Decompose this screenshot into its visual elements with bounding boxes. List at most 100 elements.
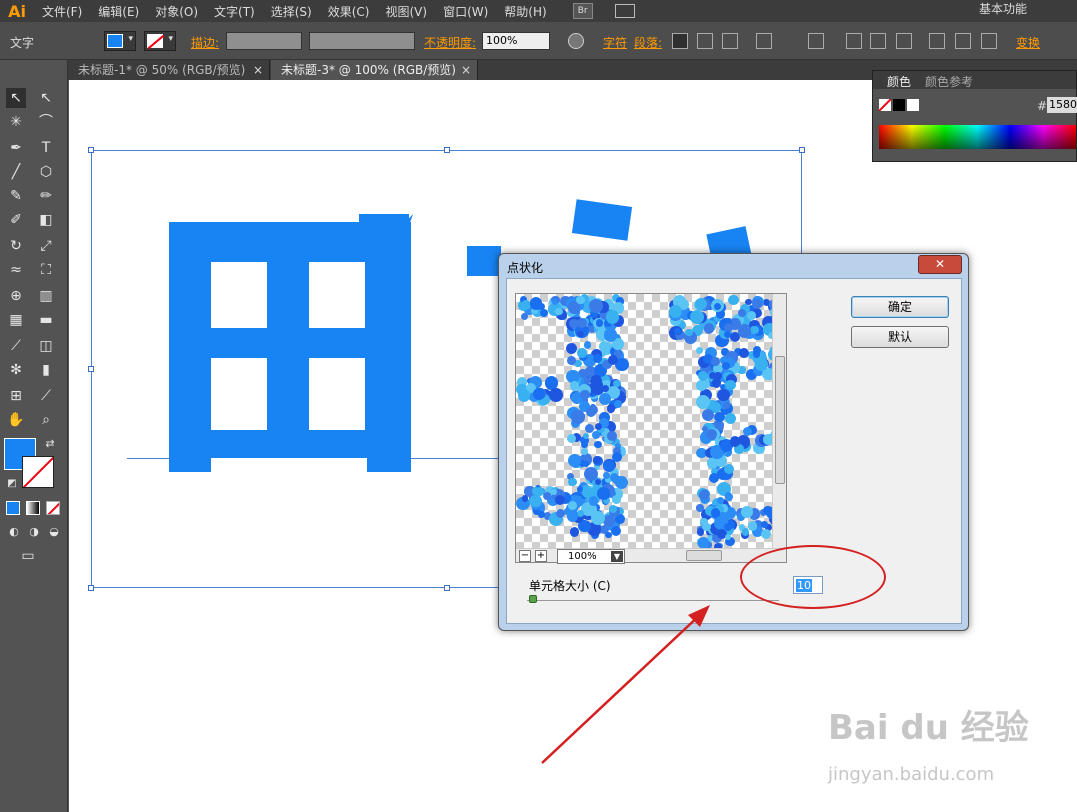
resize-handle[interactable] [88,585,94,591]
menu-help[interactable]: 帮助(H) [496,3,554,20]
menu-edit[interactable]: 编辑(E) [90,3,147,20]
menu-type[interactable]: 文字(T) [206,3,263,20]
none-mode-button[interactable] [46,501,60,515]
scale-tool-icon[interactable]: ⤢ [36,236,56,256]
stroke-weight-field[interactable] [226,32,302,50]
hand-tool-icon[interactable]: ✋ [6,410,26,430]
polygon-tool-icon[interactable]: ⬡ [36,162,56,182]
lasso-tool-icon[interactable]: ⌒ [36,112,56,132]
none-swatch[interactable] [879,99,891,111]
filter-preview[interactable] [515,293,787,563]
align-objects-top-icon[interactable] [929,33,945,49]
stroke-label[interactable]: 描边: [191,34,219,51]
swap-fill-stroke-icon[interactable]: ⇄ [40,434,60,454]
draw-inside-icon[interactable]: ◒ [44,522,64,542]
shape-builder-tool-icon[interactable]: ⊕ [6,286,26,306]
menu-file[interactable]: 文件(F) [34,3,90,20]
tab-color[interactable]: 颜色 [887,73,911,90]
white-swatch[interactable] [907,99,919,111]
pen-tool-icon[interactable]: ✒ [6,138,26,158]
workspace-switcher[interactable]: 基本功能 [979,0,1027,17]
align-objects-left-icon[interactable] [846,33,862,49]
align-center-icon[interactable] [697,33,713,49]
scroll-thumb[interactable] [686,550,722,561]
mesh-tool-icon[interactable]: ▦ [6,310,26,330]
color-mode-button[interactable] [6,501,20,515]
type-tool-icon[interactable]: T [36,138,56,158]
line-tool-icon[interactable]: ╱ [6,162,26,182]
fill-swatch[interactable]: ▾ [104,31,136,51]
ok-button[interactable]: 确定 [851,296,949,318]
close-icon[interactable]: × [253,60,263,80]
variable-width-field[interactable] [309,32,415,50]
align-objects-vcenter-icon[interactable] [955,33,971,49]
draw-behind-icon[interactable]: ◑ [24,522,44,542]
zoom-in-button[interactable]: + [535,550,547,562]
gradient-mode-button[interactable] [26,501,40,515]
blob-brush-tool-icon[interactable]: ✐ [6,210,26,230]
column-graph-tool-icon[interactable]: ▮ [36,360,56,380]
transform-icon[interactable] [808,33,824,49]
blend-tool-icon[interactable]: ◫ [36,336,56,356]
rotate-tool-icon[interactable]: ↻ [6,236,26,256]
align-left-icon[interactable] [672,33,688,49]
tab-document-3[interactable]: 未标题-3* @ 100% (RGB/预览) × [271,60,478,80]
transform-panel-link[interactable]: 变换 [1016,34,1040,51]
dialog-close-button[interactable]: ✕ [918,255,962,274]
resize-handle[interactable] [88,366,94,372]
black-swatch[interactable] [893,99,905,111]
warp-tool-icon[interactable]: ≈ [6,260,26,280]
preview-vertical-scrollbar[interactable] [772,294,786,550]
menu-view[interactable]: 视图(V) [377,3,435,20]
menu-window[interactable]: 窗口(W) [435,3,496,20]
magic-wand-tool-icon[interactable]: ✳ [6,112,26,132]
envelope-icon[interactable] [756,33,772,49]
resize-handle[interactable] [444,147,450,153]
artboard-tool-icon[interactable]: ⊞ [6,386,26,406]
tab-document-1[interactable]: 未标题-1* @ 50% (RGB/预览) × [68,60,270,80]
tab-color-guide[interactable]: 颜色参考 [925,73,973,90]
align-objects-bottom-icon[interactable] [981,33,997,49]
symbol-sprayer-tool-icon[interactable]: ✻ [6,360,26,380]
align-objects-right-icon[interactable] [896,33,912,49]
scroll-thumb[interactable] [775,356,785,484]
resize-handle[interactable] [88,147,94,153]
opacity-label[interactable]: 不透明度: [424,34,476,51]
arrange-documents-icon[interactable] [614,4,635,18]
default-button[interactable]: 默认 [851,326,949,348]
pencil-tool-icon[interactable]: ✏ [36,186,56,206]
resize-handle[interactable] [799,147,805,153]
selection-tool-icon[interactable]: ↖ [6,88,26,108]
direct-selection-tool-icon[interactable]: ↖ [36,88,56,108]
menu-select[interactable]: 选择(S) [263,3,320,20]
default-fill-stroke-icon[interactable]: ◩ [2,474,22,494]
graph-tool-icon[interactable]: ▥ [36,286,56,306]
screen-mode-icon[interactable]: ▭ [18,546,38,566]
character-panel-link[interactable]: 字符 [603,34,627,51]
eraser-tool-icon[interactable]: ◧ [36,210,56,230]
paragraph-panel-link[interactable]: 段落: [634,34,662,51]
slice-tool-icon[interactable]: ⟋ [36,386,56,406]
hex-input[interactable]: 1580F [1047,97,1077,113]
align-right-icon[interactable] [722,33,738,49]
resize-handle[interactable] [444,585,450,591]
opacity-field[interactable]: 100% [482,32,550,50]
free-transform-tool-icon[interactable]: ⛶ [36,260,56,280]
color-spectrum[interactable] [879,125,1076,149]
bridge-button[interactable]: Br [572,3,593,19]
stroke-color-box[interactable] [22,456,54,488]
stroke-swatch[interactable]: ▾ [144,31,176,51]
gradient-tool-icon[interactable]: ▬ [36,310,56,330]
paintbrush-tool-icon[interactable]: ✎ [6,186,26,206]
zoom-select[interactable]: 100% ▼ [557,549,625,564]
recolor-icon[interactable] [568,33,584,49]
preview-dot [606,310,620,324]
zoom-tool-icon[interactable]: ⌕ [36,410,56,430]
zoom-out-button[interactable]: − [519,550,531,562]
menu-object[interactable]: 对象(O) [147,3,206,20]
draw-normal-icon[interactable]: ◐ [4,522,24,542]
eyedropper-tool-icon[interactable]: ⟋ [6,336,26,356]
close-icon[interactable]: × [461,60,471,80]
menu-effect[interactable]: 效果(C) [320,3,378,20]
align-objects-hcenter-icon[interactable] [870,33,886,49]
